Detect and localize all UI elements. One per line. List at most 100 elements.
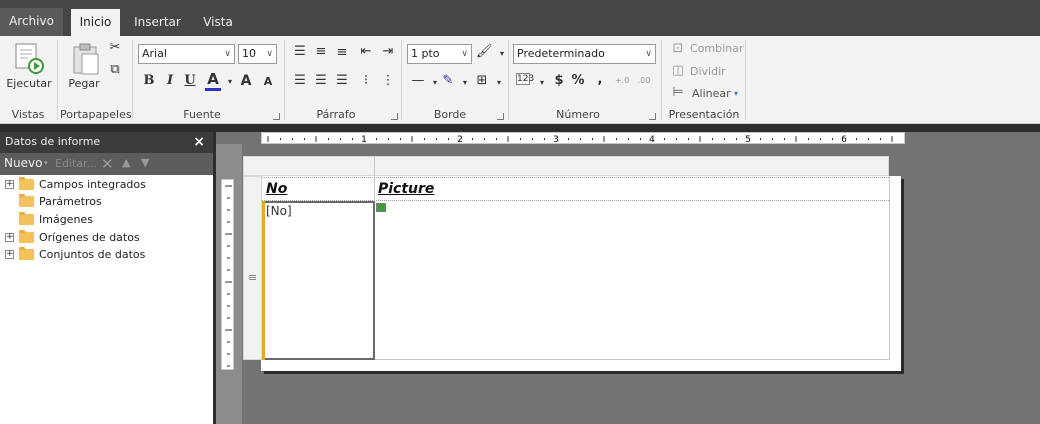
run-report-button[interactable] <box>14 42 44 74</box>
ruler-dot <box>736 138 737 140</box>
expand-icon[interactable]: + <box>5 233 14 242</box>
align-bottom-icon[interactable]: ≡ <box>334 45 350 61</box>
expand-icon[interactable]: + <box>5 250 14 259</box>
split-button[interactable]: Dividir <box>690 65 726 78</box>
parrafo-launcher-icon[interactable] <box>391 113 398 120</box>
tree-item-conjuntos-de-datos[interactable]: + Conjuntos de datos <box>0 246 213 263</box>
ruler-dot <box>280 138 281 140</box>
align-button[interactable]: Alinear <box>692 87 731 100</box>
selected-cell[interactable] <box>262 201 375 360</box>
group-vistas: Vistas <box>11 108 45 121</box>
column-handles[interactable] <box>243 156 889 176</box>
group-portapapeles: Portapapeles <box>60 108 132 121</box>
tree-item-parametros[interactable]: Parámetros <box>0 193 213 210</box>
comma-button[interactable]: , <box>592 72 608 88</box>
bullet-list-icon[interactable]: ⁝ <box>358 73 374 89</box>
split-icon[interactable]: ◫ <box>670 63 686 79</box>
align-left-icon[interactable]: ☰ <box>292 73 308 89</box>
run-label[interactable]: Ejecutar <box>4 77 54 90</box>
row-grip-icon[interactable]: ≡ <box>248 271 257 284</box>
borde-launcher-icon[interactable] <box>497 113 504 120</box>
close-icon[interactable]: × <box>193 132 205 152</box>
font-color-button[interactable]: A <box>205 71 221 91</box>
bold-button[interactable]: B <box>141 73 157 89</box>
italic-button[interactable]: I <box>162 73 178 89</box>
dropdown-arrow-icon[interactable]: ▾ <box>44 159 48 167</box>
border-width-select[interactable]: 1 pto ∨ <box>407 44 472 64</box>
ruler-dot <box>664 138 665 140</box>
percent-button[interactable]: % <box>570 73 586 89</box>
image-placeholder-icon[interactable] <box>376 203 386 212</box>
grow-font-button[interactable]: A <box>238 73 254 89</box>
ruler-dot <box>496 138 497 140</box>
tree-item-origenes-de-datos[interactable]: + Orígenes de datos <box>0 229 213 246</box>
move-up-icon[interactable]: ▲ <box>122 156 130 169</box>
numbered-list-icon[interactable]: ⋮ <box>380 73 396 89</box>
edit-button[interactable]: Editar... <box>55 157 97 170</box>
dropdown-arrow-icon[interactable]: ▾ <box>728 86 744 102</box>
paste-button[interactable] <box>72 42 100 76</box>
tree-item-label: Campos integrados <box>39 178 146 191</box>
border-width-value: 1 pto <box>411 47 440 60</box>
copy-icon[interactable]: ⧉ <box>107 62 123 78</box>
expand-icon[interactable]: + <box>5 180 14 189</box>
delete-icon[interactable]: ✕ <box>101 155 114 173</box>
placeholder-icon[interactable]: 123 <box>516 73 534 85</box>
align-objects-icon[interactable]: ⊨ <box>670 85 686 101</box>
horizontal-ruler: 1 2 3 4 5 6 <box>261 132 905 145</box>
ruler-dot <box>808 138 809 140</box>
new-button[interactable]: Nuevo <box>4 156 42 170</box>
fill-color-icon[interactable]: 🖌 <box>476 44 493 60</box>
numero-launcher-icon[interactable] <box>649 113 656 120</box>
underline-button[interactable]: U <box>182 73 198 89</box>
align-middle-icon[interactable]: ≡ <box>313 44 329 60</box>
folder-icon <box>19 230 34 243</box>
ruler-dot <box>724 138 725 140</box>
ruler-dot <box>760 138 761 140</box>
tree-item-campos-integrados[interactable]: + Campos integrados <box>0 176 213 193</box>
line-style-icon[interactable]: — <box>410 73 426 89</box>
shrink-font-button[interactable]: A <box>260 74 276 90</box>
border-color-icon[interactable]: ✎ <box>440 73 456 89</box>
move-down-icon[interactable]: ▼ <box>141 156 149 169</box>
cut-icon[interactable]: ✂ <box>107 40 123 56</box>
align-top-icon[interactable]: ☰ <box>292 44 308 60</box>
field-no[interactable]: [No] <box>266 204 292 218</box>
merge-icon[interactable]: ⊡ <box>670 41 686 57</box>
dropdown-arrow-icon[interactable]: ▾ <box>491 75 507 91</box>
tab-archivo[interactable]: Archivo <box>0 8 63 36</box>
ruler-dot <box>832 138 833 140</box>
group-borde: Borde <box>433 108 467 121</box>
group-numero: Número <box>556 108 600 121</box>
row-handle[interactable]: ≡ <box>243 176 262 360</box>
align-center-icon[interactable]: ☰ <box>313 73 329 89</box>
ruler-label: 4 <box>649 135 655 145</box>
dropdown-arrow-icon[interactable]: ▾ <box>222 74 238 90</box>
paste-label[interactable]: Pegar <box>64 77 104 90</box>
borders-icon[interactable]: ⊞ <box>474 73 490 89</box>
header-cell-picture[interactable]: Picture <box>378 181 434 197</box>
tab-vista[interactable]: Vista <box>198 9 238 36</box>
merge-button[interactable]: Combinar <box>690 42 743 55</box>
align-right-icon[interactable]: ☰ <box>334 73 350 89</box>
tree-item-imagenes[interactable]: Imágenes <box>0 211 213 228</box>
increase-indent-icon[interactable]: ⇥ <box>380 44 396 60</box>
tab-inicio[interactable]: Inicio <box>71 9 120 36</box>
ruler-dot <box>628 138 629 140</box>
dropdown-arrow-icon[interactable]: ▾ <box>534 75 550 91</box>
ruler-dot <box>532 138 533 140</box>
currency-button[interactable]: $ <box>551 73 567 89</box>
font-size-select[interactable]: 10 ∨ <box>238 44 277 64</box>
tab-insertar[interactable]: Insertar <box>130 9 185 36</box>
ruler-dot <box>580 138 581 140</box>
increase-decimal-icon[interactable]: +.0 <box>614 73 630 89</box>
decrease-indent-icon[interactable]: ⇤ <box>358 44 374 60</box>
decrease-decimal-icon[interactable]: .00 <box>636 73 652 89</box>
fuente-launcher-icon[interactable] <box>273 113 280 120</box>
clipboard-icon <box>73 43 99 75</box>
ruler-dot <box>592 138 593 140</box>
number-format-select[interactable]: Predeterminado ∨ <box>513 44 656 64</box>
font-name-select[interactable]: Arial ∨ <box>138 44 235 64</box>
dropdown-arrow-icon[interactable]: ▾ <box>457 75 473 91</box>
header-cell-no[interactable]: No <box>266 181 287 197</box>
